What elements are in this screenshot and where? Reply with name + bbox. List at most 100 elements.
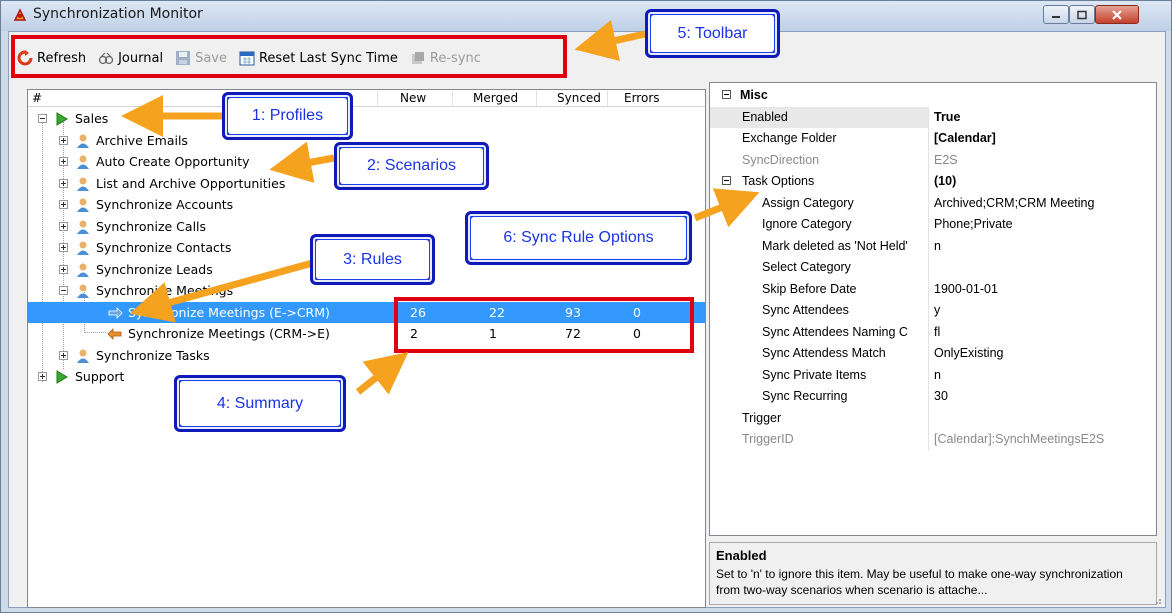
scenario-label: List and Archive Opportunities xyxy=(96,175,286,191)
property-value[interactable]: [Calendar] xyxy=(930,128,1156,150)
option-row[interactable]: Assign Category Archived;CRM;CRM Meeting xyxy=(710,192,1156,215)
option-value[interactable]: 30 xyxy=(930,386,1156,408)
collapse-icon[interactable] xyxy=(38,114,47,123)
resize-grip-icon[interactable] xyxy=(1152,595,1162,605)
expand-icon[interactable] xyxy=(59,157,68,166)
expand-icon[interactable] xyxy=(59,243,68,252)
option-row[interactable]: Ignore Category Phone;Private xyxy=(710,214,1156,236)
user-icon xyxy=(77,177,89,191)
callout-label: 6: Sync Rule Options xyxy=(471,217,686,259)
callout-rules: 3: Rules xyxy=(310,234,435,285)
column-header-synced[interactable]: Synced xyxy=(537,91,608,106)
property-value[interactable]: True xyxy=(930,107,1156,129)
scenario-label: Synchronize Contacts xyxy=(96,240,232,255)
option-name: Sync Attendees Naming C xyxy=(710,321,929,343)
callout-label: 3: Rules xyxy=(316,240,429,279)
scenario-label: Synchronize Accounts xyxy=(96,197,234,212)
expand-icon[interactable] xyxy=(59,350,68,360)
scenario-label: Synchronize Calls xyxy=(96,218,207,234)
option-value[interactable]: Archived;CRM;CRM Meeting xyxy=(930,193,1156,215)
rule-label: Synchronize Meetings (E->CRM) xyxy=(128,304,330,320)
description-title: Enabled xyxy=(716,548,767,563)
property-name: TriggerID xyxy=(710,429,929,451)
profile-label: Sales xyxy=(75,111,109,126)
option-value[interactable]: Phone;Private xyxy=(930,214,1156,236)
option-row[interactable]: Mark deleted as 'Not Held' n xyxy=(710,235,1156,258)
property-value[interactable] xyxy=(930,408,1156,430)
expand-icon[interactable] xyxy=(59,135,68,145)
window-title: Synchronization Monitor xyxy=(33,6,203,22)
column-header-errors[interactable]: Errors xyxy=(608,91,707,106)
property-name: Task Options xyxy=(710,171,929,193)
profile-row-sales[interactable]: Sales xyxy=(28,108,705,130)
property-description: Enabled Set to 'n' to ignore this item. … xyxy=(709,542,1157,605)
scenario-label: Archive Emails xyxy=(96,132,188,148)
user-icon xyxy=(77,220,89,234)
property-value: (10) xyxy=(934,174,957,188)
option-name: Sync Private Items xyxy=(710,364,929,386)
option-name: Ignore Category xyxy=(710,214,929,236)
expand-icon[interactable] xyxy=(59,221,68,231)
option-value[interactable]: n xyxy=(930,236,1156,258)
option-value[interactable]: 1900-01-01 xyxy=(930,279,1156,301)
expand-icon[interactable] xyxy=(59,178,68,188)
scenario-label: Synchronize Tasks xyxy=(96,347,210,363)
property-name: Trigger xyxy=(710,407,929,429)
option-row[interactable]: Select Category xyxy=(710,257,1156,279)
rule-label: Synchronize Meetings (CRM->E) xyxy=(128,326,330,341)
minimize-icon xyxy=(1052,15,1060,18)
column-header-merged[interactable]: Merged xyxy=(453,91,537,106)
user-icon xyxy=(77,198,89,212)
category-misc[interactable]: Misc xyxy=(710,85,1156,107)
maximize-button[interactable] xyxy=(1069,5,1095,24)
scenario-label: Auto Create Opportunity xyxy=(96,154,250,169)
option-row[interactable]: Sync Private Items n xyxy=(710,364,1156,387)
option-row[interactable]: Sync Attendess Match OnlyExisting xyxy=(710,343,1156,365)
play-icon xyxy=(56,112,68,126)
option-value[interactable]: n xyxy=(930,365,1156,387)
user-icon xyxy=(77,241,89,255)
property-row-trigger-id[interactable]: TriggerID [Calendar]:SynchMeetingsE2S xyxy=(710,429,1156,451)
option-name: Assign Category xyxy=(710,192,929,214)
option-value[interactable]: fl xyxy=(930,322,1156,344)
close-button[interactable] xyxy=(1095,5,1139,24)
sync-rule-icon xyxy=(107,328,122,340)
callout-toolbar: 5: Toolbar xyxy=(645,9,780,58)
callout-scenarios: 2: Scenarios xyxy=(334,142,489,190)
column-header-new[interactable]: New xyxy=(378,91,453,106)
scenario-label: Synchronize Leads xyxy=(96,261,213,277)
scenario-label: Synchronize Meetings xyxy=(96,283,234,298)
option-row[interactable]: Sync Recurring 30 xyxy=(710,386,1156,408)
option-name: Sync Attendess Match xyxy=(710,343,929,365)
option-value[interactable]: OnlyExisting xyxy=(930,343,1156,365)
title-bar[interactable]: Synchronization Monitor xyxy=(1,1,1171,31)
option-row[interactable]: Skip Before Date 1900-01-01 xyxy=(710,278,1156,301)
minimize-button[interactable] xyxy=(1043,5,1069,24)
expand-icon[interactable] xyxy=(59,264,68,274)
property-row-enabled[interactable]: Enabled True xyxy=(710,106,1156,129)
option-row[interactable]: Sync Attendees y xyxy=(710,300,1156,322)
property-row-exchange-folder[interactable]: Exchange Folder [Calendar] xyxy=(710,128,1156,150)
close-icon xyxy=(1112,9,1122,20)
option-value[interactable] xyxy=(930,257,1156,279)
callout-profiles: 1: Profiles xyxy=(222,92,353,140)
collapse-icon[interactable] xyxy=(59,286,68,295)
expand-icon[interactable] xyxy=(59,200,68,209)
property-row-trigger[interactable]: Trigger xyxy=(710,407,1156,430)
profile-row-support[interactable]: Support xyxy=(28,366,705,388)
option-name: Sync Attendees xyxy=(710,300,929,322)
option-value[interactable]: y xyxy=(930,300,1156,322)
user-icon xyxy=(77,284,89,298)
property-grid[interactable]: Misc Enabled True Exchange Folder [Calen… xyxy=(709,82,1157,536)
option-row[interactable]: Sync Attendees Naming C fl xyxy=(710,321,1156,344)
callout-label: 1: Profiles xyxy=(228,98,347,134)
user-icon xyxy=(77,155,89,169)
property-name: Enabled xyxy=(710,106,929,128)
expand-icon[interactable] xyxy=(38,372,47,381)
sync-rule-icon xyxy=(108,306,123,319)
property-row-task-options[interactable]: Task Options (10) xyxy=(710,171,1156,193)
property-row-sync-direction[interactable]: SyncDirection E2S xyxy=(710,149,1156,171)
callout-sync-rule-options: 6: Sync Rule Options xyxy=(465,211,692,265)
callout-label: 5: Toolbar xyxy=(651,15,774,52)
user-icon xyxy=(77,263,89,277)
